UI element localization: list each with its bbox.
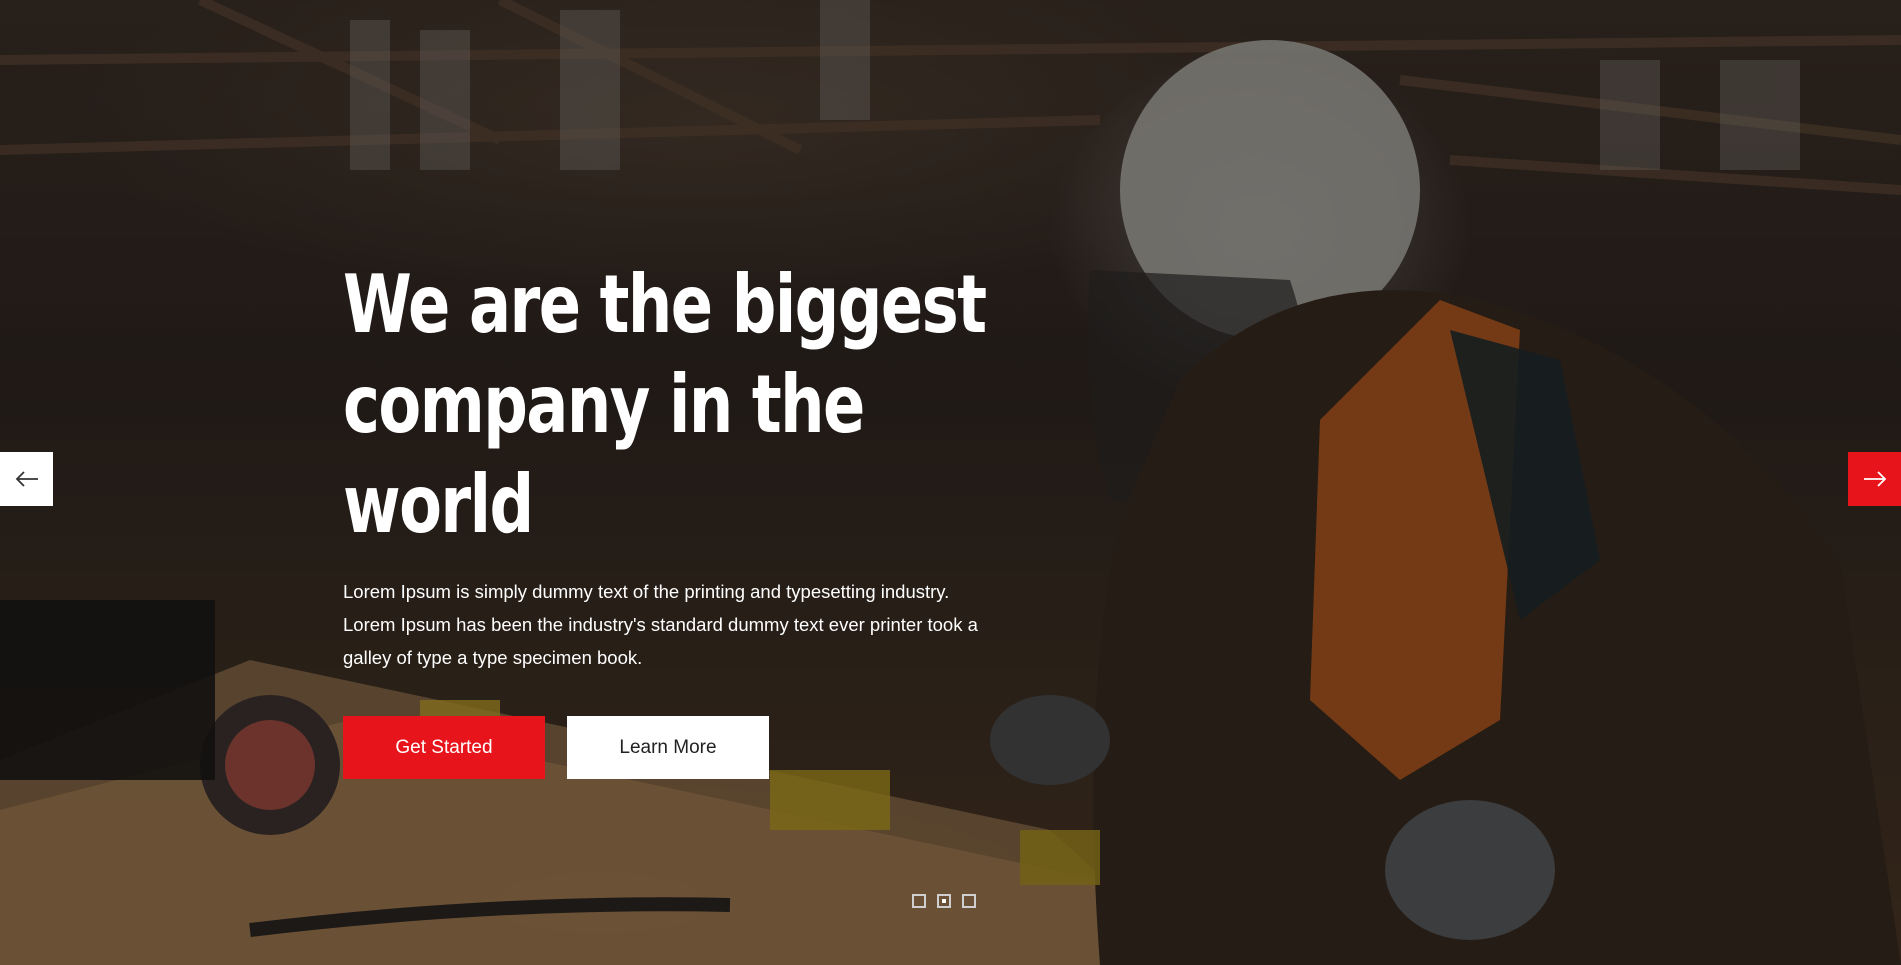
hero-slider: We are the biggest company in the world … [0,0,1901,965]
hero-content: We are the biggest company in the world … [343,255,1043,779]
slider-pagination [912,894,976,908]
get-started-button[interactable]: Get Started [343,716,545,779]
slider-dot-1[interactable] [912,894,926,908]
description-line-1: Lorem Ipsum is simply dummy text of the … [343,581,950,602]
arrow-right-icon [1863,471,1886,487]
headline-line-2: company in the world [343,358,865,551]
hero-buttons: Get Started Learn More [343,716,1043,779]
arrow-left-icon [15,471,38,487]
description-line-2: Lorem Ipsum has been the industry's stan… [343,614,978,635]
headline-line-1: We are the biggest [343,258,987,351]
slider-prev-button[interactable] [0,452,53,506]
hero-description: Lorem Ipsum is simply dummy text of the … [343,575,1043,674]
slider-dot-3[interactable] [962,894,976,908]
slider-dot-2[interactable] [937,894,951,908]
learn-more-button[interactable]: Learn More [567,716,769,779]
description-line-3: galley of type a type specimen book. [343,647,643,668]
slider-next-button[interactable] [1848,452,1901,506]
hero-headline: We are the biggest company in the world [343,255,1014,555]
